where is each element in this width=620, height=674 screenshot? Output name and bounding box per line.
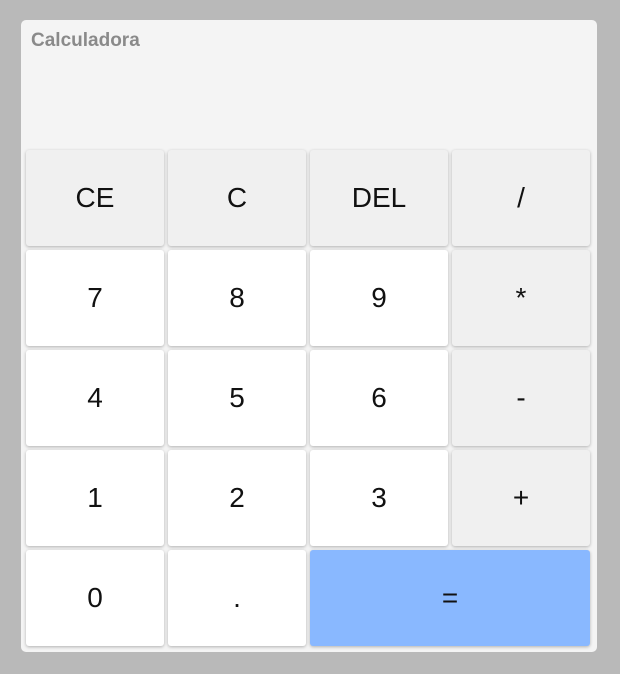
keypad: CE C DEL / 7 8 9 * 4 5 6 - 1 2 3 + 0 . = — [26, 150, 592, 648]
app-title: Calculadora — [31, 30, 140, 51]
calculator-window: Calculadora CE C DEL / 7 8 9 * 4 5 6 - 1… — [21, 20, 597, 652]
digit-4-button[interactable]: 4 — [26, 350, 164, 446]
digit-7-button[interactable]: 7 — [26, 250, 164, 346]
digit-0-button[interactable]: 0 — [26, 550, 164, 646]
clear-button[interactable]: C — [168, 150, 306, 246]
decimal-button[interactable]: . — [168, 550, 306, 646]
equals-button[interactable]: = — [310, 550, 590, 646]
add-button[interactable]: + — [452, 450, 590, 546]
delete-button[interactable]: DEL — [310, 150, 448, 246]
digit-3-button[interactable]: 3 — [310, 450, 448, 546]
digit-1-button[interactable]: 1 — [26, 450, 164, 546]
ce-button[interactable]: CE — [26, 150, 164, 246]
digit-8-button[interactable]: 8 — [168, 250, 306, 346]
subtract-button[interactable]: - — [452, 350, 590, 446]
digit-5-button[interactable]: 5 — [168, 350, 306, 446]
digit-9-button[interactable]: 9 — [310, 250, 448, 346]
divide-button[interactable]: / — [452, 150, 590, 246]
digit-6-button[interactable]: 6 — [310, 350, 448, 446]
result-display — [27, 54, 591, 146]
multiply-button[interactable]: * — [452, 250, 590, 346]
digit-2-button[interactable]: 2 — [168, 450, 306, 546]
